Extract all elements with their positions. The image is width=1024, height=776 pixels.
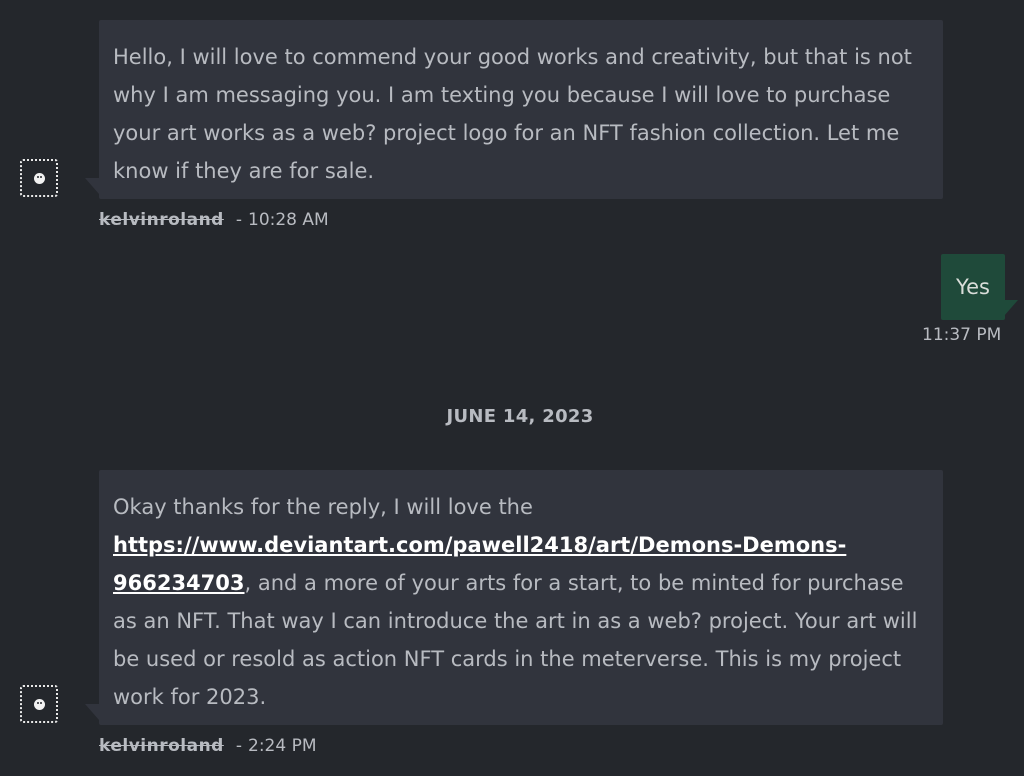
message-timestamp: 10:28 AM xyxy=(248,210,329,230)
avatar-face-icon xyxy=(33,698,45,710)
user-avatar-icon[interactable] xyxy=(20,685,58,723)
message-bubble-received: Hello, I will love to commend your good … xyxy=(99,20,943,199)
message-meta: kelvinroland -10:28 AM xyxy=(99,210,329,230)
chat-conversation: Hello, I will love to commend your good … xyxy=(0,0,1024,776)
message-bubble-sent: Yes xyxy=(941,254,1005,320)
message-text: Okay thanks for the reply, I will love t… xyxy=(113,495,533,519)
bubble-tail xyxy=(85,704,99,720)
avatar-face-icon xyxy=(33,172,45,184)
message-time: 11:37 PM xyxy=(922,325,1002,345)
meta-separator: - xyxy=(235,210,242,230)
username-link[interactable]: kelvinroland xyxy=(99,210,224,230)
message-text: Yes xyxy=(956,275,990,299)
bubble-tail xyxy=(85,178,99,194)
date-divider: JUNE 14, 2023 xyxy=(446,406,594,427)
message-text: Hello, I will love to commend your good … xyxy=(113,45,912,183)
message-timestamp: 11:37 PM xyxy=(922,325,1001,345)
message-timestamp: 2:24 PM xyxy=(248,736,317,756)
message-bubble-received: Okay thanks for the reply, I will love t… xyxy=(99,470,943,725)
message-meta: kelvinroland -2:24 PM xyxy=(99,736,317,756)
user-avatar-icon[interactable] xyxy=(20,159,58,197)
bubble-tail xyxy=(1004,300,1018,316)
username-link[interactable]: kelvinroland xyxy=(99,736,224,756)
meta-separator: - xyxy=(235,736,242,756)
